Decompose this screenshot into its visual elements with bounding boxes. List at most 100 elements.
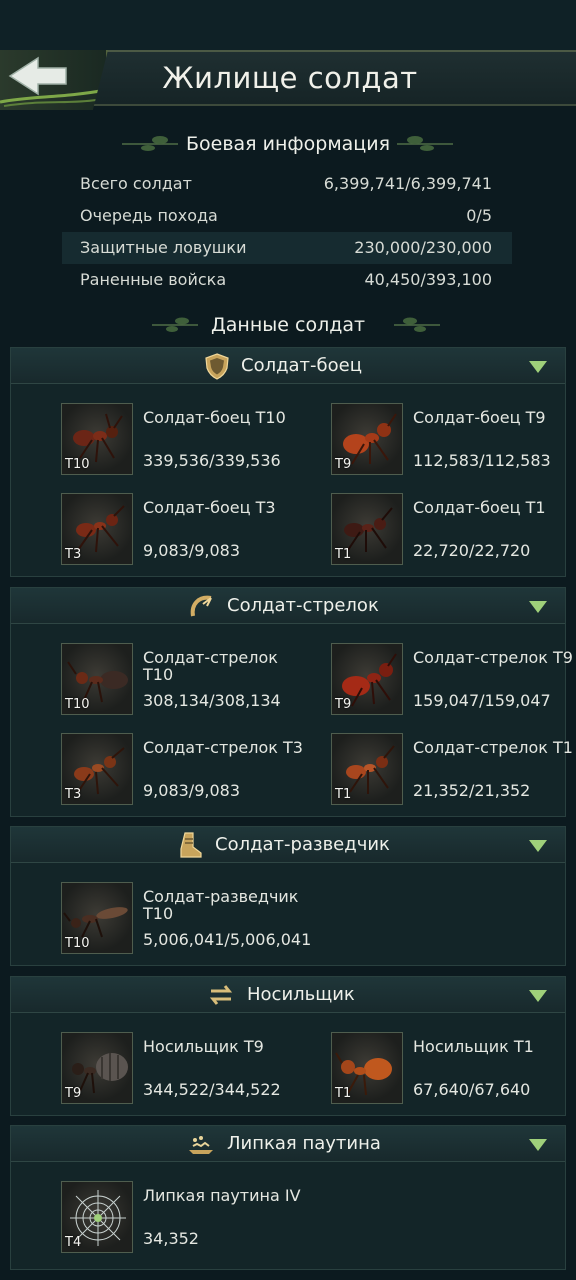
page-title: Жилище солдат [162, 61, 418, 95]
unit-count: 308,134/308,134 [143, 691, 281, 710]
ant-carrier-icon: T9 [61, 1032, 133, 1104]
ant-soldier-icon: T1 [331, 493, 403, 565]
category-label: Солдат-стрелок [227, 595, 379, 616]
battle-info-title: Боевая информация [185, 133, 391, 155]
unit-card[interactable]: T3 Солдат-стрелок Т3 9,083/9,083 [61, 733, 311, 809]
tier-badge: T1 [335, 787, 352, 802]
tier-badge: T3 [65, 787, 82, 802]
soldier-data-title: Данные солдат [210, 314, 366, 336]
unit-count: 21,352/21,352 [413, 781, 531, 800]
category-carrier: Носильщик T9 Носильщик Т9 344,522/344,52… [10, 976, 566, 1116]
chevron-down-icon[interactable] [529, 361, 547, 373]
unit-card[interactable]: T9 Солдат-стрелок Т9 159,047/159,047 [331, 643, 576, 719]
back-button[interactable] [0, 50, 108, 110]
status-bar-area [0, 0, 576, 50]
tier-badge: T3 [65, 547, 82, 562]
category-header-shooter[interactable]: Солдат-стрелок [11, 588, 565, 624]
unit-name: Солдат-разведчик Т10 [143, 887, 299, 923]
info-row-defense-traps: Защитные ловушки 230,000/230,000 [62, 232, 512, 264]
tier-badge: T4 [65, 1235, 82, 1250]
tier-badge: T1 [335, 547, 352, 562]
transfer-arrows-icon [209, 985, 233, 1005]
ant-carrier-icon: T1 [331, 1032, 403, 1104]
ant-shooter-icon: T3 [61, 733, 133, 805]
info-row-wounded-troops: Раненные войска 40,450/393,100 [62, 264, 512, 296]
info-value: 6,399,741/6,399,741 [323, 174, 492, 193]
unit-name: Носильщик Т9 [143, 1037, 264, 1056]
back-arrow-icon [0, 56, 107, 107]
category-label: Липкая паутина [227, 1133, 381, 1154]
right-leaf-ornament-icon [394, 317, 440, 332]
unit-card[interactable]: T3 Солдат-боец Т3 9,083/9,083 [61, 493, 311, 569]
unit-card[interactable]: T9 Носильщик Т9 344,522/344,522 [61, 1032, 311, 1108]
chevron-down-icon[interactable] [529, 1139, 547, 1151]
unit-count: 9,083/9,083 [143, 781, 240, 800]
info-value: 0/5 [466, 206, 492, 225]
shield-icon [205, 353, 229, 380]
category-shooter: Солдат-стрелок T10 Солдат-стрелок Т10 30… [10, 587, 573, 817]
unit-name: Солдат-боец Т10 [143, 408, 286, 427]
unit-card[interactable]: T1 Солдат-стрелок Т1 21,352/21,352 [331, 733, 576, 809]
unit-count: 67,640/67,640 [413, 1080, 531, 1099]
boot-icon [180, 832, 202, 858]
ant-shooter-icon: T9 [331, 643, 403, 715]
unit-count: 22,720/22,720 [413, 541, 531, 560]
unit-count: 5,006,041/5,006,041 [143, 930, 312, 949]
unit-name: Солдат-стрелок Т9 [413, 648, 573, 667]
tier-badge: T10 [65, 457, 90, 472]
category-scout: Солдат-разведчик T10 Солдат-разведчик Т1… [10, 826, 566, 966]
unit-card[interactable]: T10 Солдат-боец Т10 339,536/339,536 [61, 403, 311, 479]
tier-badge: T9 [335, 697, 352, 712]
chevron-down-icon[interactable] [529, 601, 547, 613]
ant-soldier-icon: T3 [61, 493, 133, 565]
info-label: Всего солдат [80, 174, 192, 193]
unit-card[interactable]: T1 Солдат-боец Т1 22,720/22,720 [331, 493, 576, 569]
info-value: 40,450/393,100 [364, 270, 492, 289]
unit-name: Солдат-боец Т1 [413, 498, 546, 517]
category-header-carrier[interactable]: Носильщик [11, 977, 565, 1013]
category-header-fighter[interactable]: Солдат-боец [11, 348, 565, 384]
ant-soldier-icon: T9 [331, 403, 403, 475]
unit-name: Носильщик Т1 [413, 1037, 534, 1056]
unit-name: Солдат-стрелок Т3 [143, 738, 303, 757]
tier-badge: T9 [65, 1086, 82, 1101]
tier-badge: T10 [65, 936, 90, 951]
unit-name: Солдат-боец Т9 [413, 408, 546, 427]
category-label: Носильщик [247, 984, 355, 1005]
chevron-down-icon[interactable] [529, 990, 547, 1002]
unit-card[interactable]: T9 Солдат-боец Т9 112,583/112,583 [331, 403, 576, 479]
unit-card[interactable]: T10 Солдат-разведчик Т10 5,006,041/5,006… [61, 882, 311, 958]
info-label: Защитные ловушки [80, 238, 247, 257]
unit-name: Солдат-стрелок Т10 [143, 648, 278, 684]
category-header-sticky-web[interactable]: Липкая паутина [11, 1126, 565, 1162]
unit-count: 339,536/339,536 [143, 451, 281, 470]
chevron-down-icon[interactable] [529, 840, 547, 852]
unit-card[interactable]: T4 Липкая паутина IV 34,352 [61, 1181, 311, 1257]
category-sticky-web: Липкая паутина T4 Липкая паутина IV 34,3… [10, 1125, 566, 1270]
tier-badge: T10 [65, 697, 90, 712]
unit-count: 159,047/159,047 [413, 691, 551, 710]
web-trap-icon [189, 1136, 213, 1154]
ant-soldier-icon: T10 [61, 403, 133, 475]
unit-name: Липкая паутина IV [143, 1186, 301, 1205]
unit-name: Солдат-стрелок Т1 [413, 738, 573, 757]
unit-count: 112,583/112,583 [413, 451, 551, 470]
tier-badge: T1 [335, 1086, 352, 1101]
category-header-scout[interactable]: Солдат-разведчик [11, 827, 565, 863]
unit-count: 344,522/344,522 [143, 1080, 281, 1099]
right-leaf-ornament-icon [397, 136, 453, 151]
unit-count: 9,083/9,083 [143, 541, 240, 560]
bow-icon [190, 595, 212, 617]
category-label: Солдат-разведчик [215, 834, 390, 855]
unit-card[interactable]: T10 Солдат-стрелок Т10 308,134/308,134 [61, 643, 311, 719]
info-label: Раненные войска [80, 270, 227, 289]
category-fighter: Солдат-боец T10 Солдат-боец Т10 339,536/… [10, 347, 566, 577]
info-label: Очередь похода [80, 206, 218, 225]
unit-name: Солдат-боец Т3 [143, 498, 276, 517]
tier-badge: T9 [335, 457, 352, 472]
info-value: 230,000/230,000 [354, 238, 492, 257]
ant-shooter-icon: T1 [331, 733, 403, 805]
info-row-march-queue: Очередь похода 0/5 [62, 200, 512, 232]
unit-count: 34,352 [143, 1229, 199, 1248]
unit-card[interactable]: T1 Носильщик Т1 67,640/67,640 [331, 1032, 576, 1108]
